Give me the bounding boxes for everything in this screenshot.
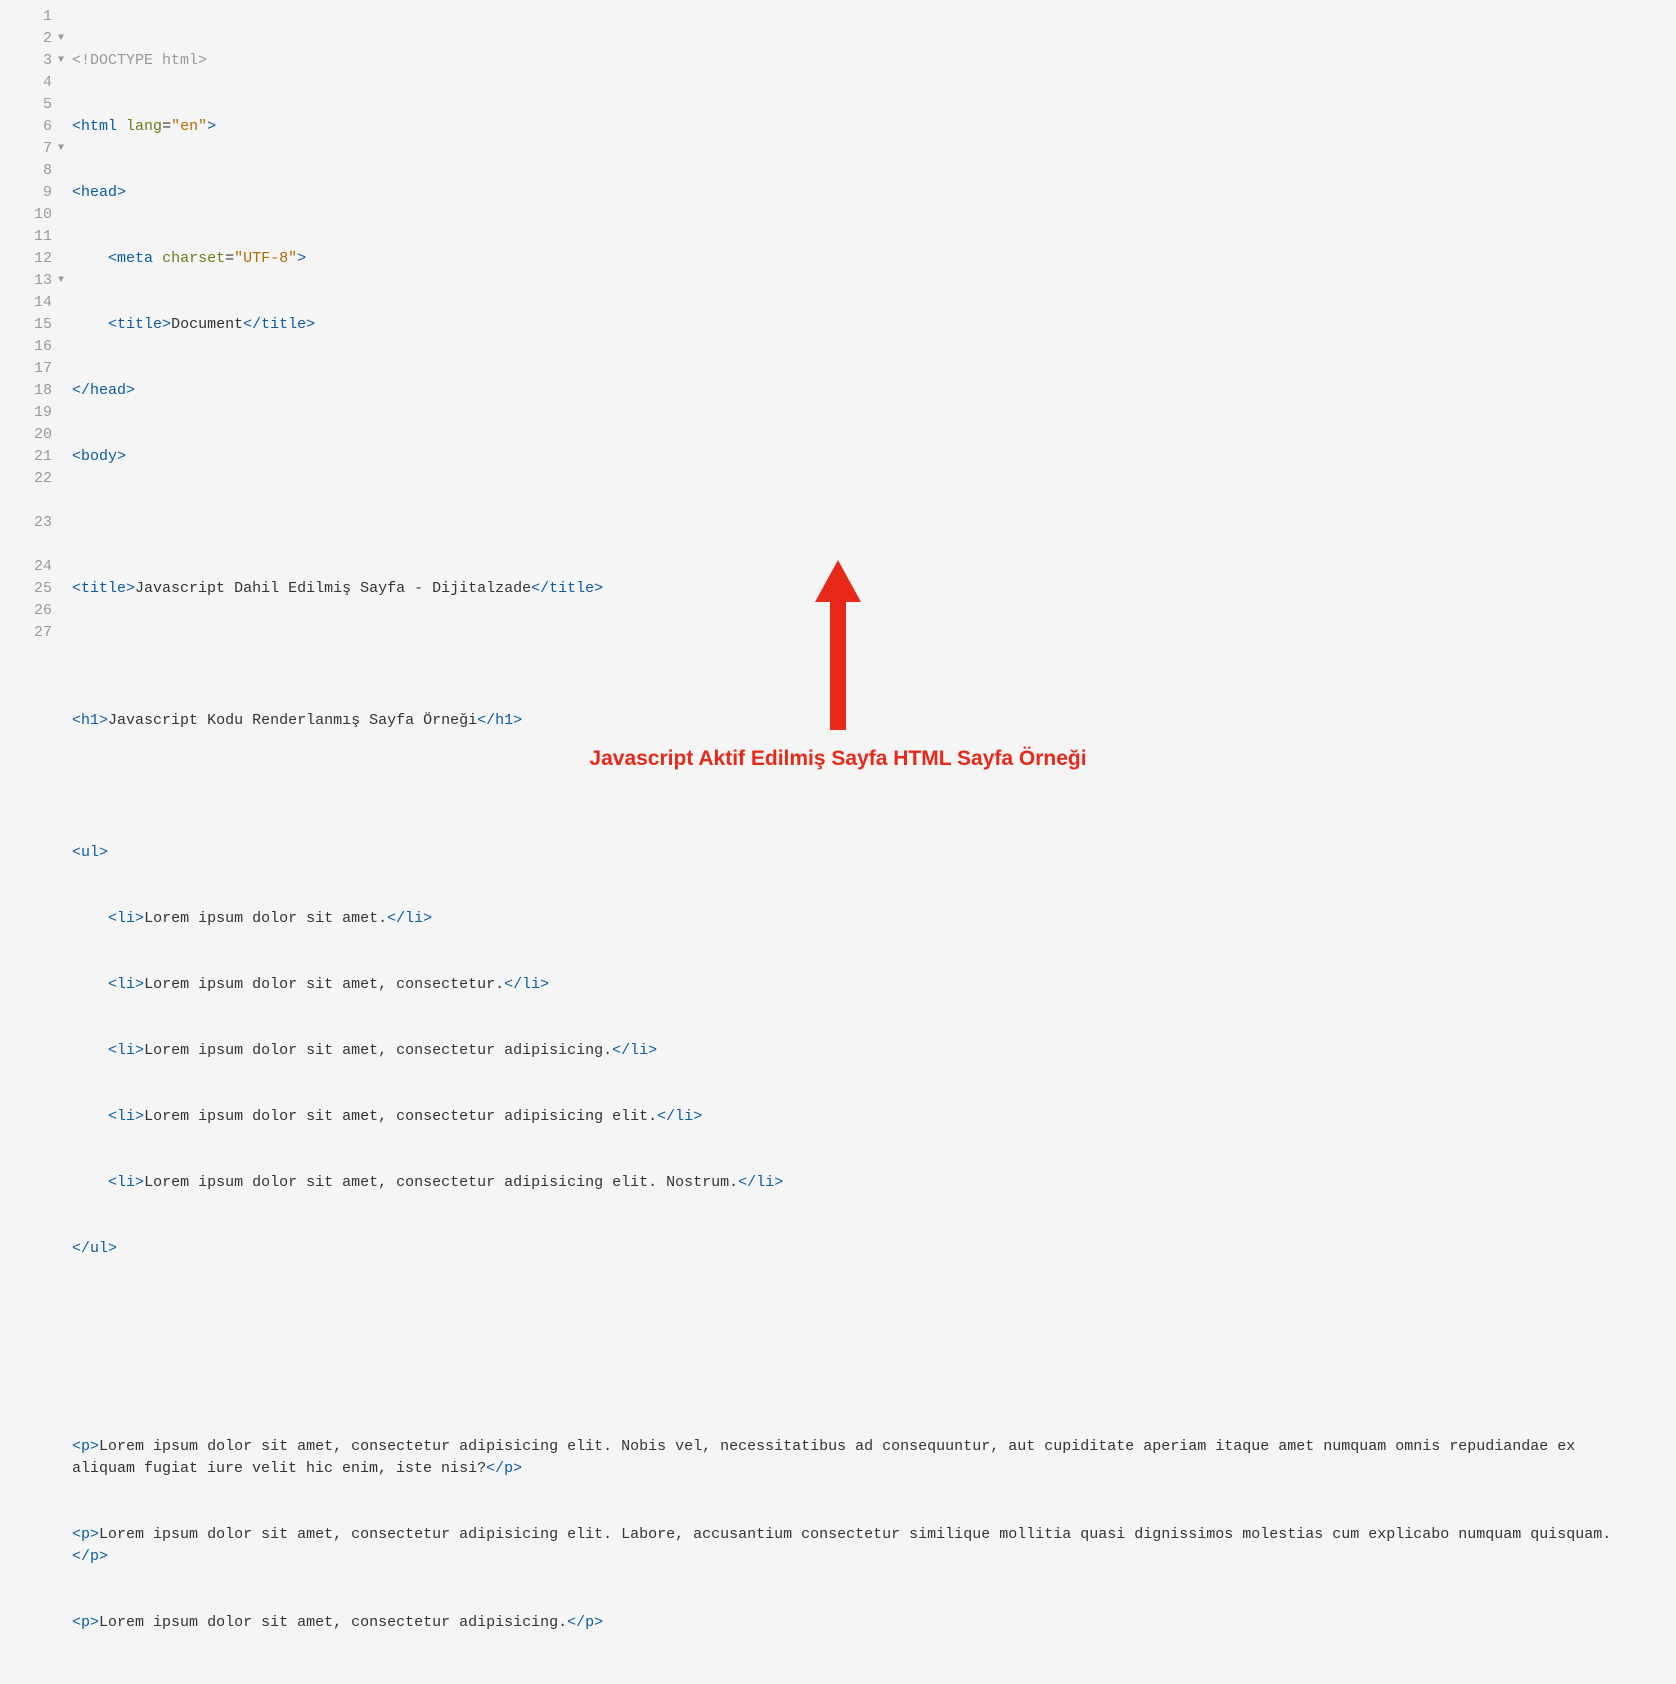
- line-number: 14: [0, 292, 52, 314]
- code-line: <head>: [58, 182, 1616, 204]
- line-number: 26: [0, 600, 52, 622]
- line-number: 7▼: [0, 138, 52, 160]
- code-line: <body>: [58, 446, 1616, 468]
- line-number: 15: [0, 314, 52, 336]
- code-line: <title>Javascript Dahil Edilmiş Sayfa - …: [58, 578, 1616, 600]
- code-line: </head>: [58, 380, 1616, 402]
- line-number-gutter: 1 2▼ 3▼ 4 5 6 7▼ 8 9 10 11 12 13▼ 14 15 …: [0, 6, 58, 1684]
- line-number: 23: [0, 512, 52, 556]
- code-line: [58, 1304, 1616, 1326]
- code-editor: 1 2▼ 3▼ 4 5 6 7▼ 8 9 10 11 12 13▼ 14 15 …: [0, 0, 1676, 1684]
- code-line: [58, 512, 1616, 534]
- code-line: [58, 776, 1616, 798]
- fold-icon[interactable]: ▼: [58, 138, 64, 160]
- code-line: <ul>: [58, 842, 1616, 864]
- code-line: <!DOCTYPE html>: [58, 50, 1616, 72]
- line-number: 4: [0, 72, 52, 94]
- line-number: 17: [0, 358, 52, 380]
- code-line: <li>Lorem ipsum dolor sit amet, consecte…: [58, 1106, 1616, 1128]
- fold-icon[interactable]: ▼: [58, 50, 64, 72]
- line-number: 3▼: [0, 50, 52, 72]
- code-line: <li>Lorem ipsum dolor sit amet, consecte…: [58, 1172, 1616, 1194]
- line-number: 5: [0, 94, 52, 116]
- line-number: 2▼: [0, 28, 52, 50]
- line-number: 27: [0, 622, 52, 644]
- line-number: 11: [0, 226, 52, 248]
- code-line: <meta charset="UTF-8">: [58, 248, 1616, 270]
- line-number: 16: [0, 336, 52, 358]
- line-number: 19: [0, 402, 52, 424]
- code-line: [58, 1370, 1616, 1392]
- code-area[interactable]: <!DOCTYPE html> <html lang="en"> <head> …: [58, 6, 1676, 1684]
- line-number: 1: [0, 6, 52, 28]
- line-number: 18: [0, 380, 52, 402]
- line-number: 13▼: [0, 270, 52, 292]
- line-number: 10: [0, 204, 52, 226]
- line-number: 24: [0, 556, 52, 578]
- code-line: <html lang="en">: [58, 116, 1616, 138]
- line-number: 21: [0, 446, 52, 468]
- code-line: </ul>: [58, 1238, 1616, 1260]
- code-line: <li>Lorem ipsum dolor sit amet, consecte…: [58, 974, 1616, 996]
- line-number: 8: [0, 160, 52, 182]
- fold-icon[interactable]: ▼: [58, 28, 64, 50]
- code-line: [58, 644, 1616, 666]
- line-number: 6: [0, 116, 52, 138]
- line-number: 12: [0, 248, 52, 270]
- line-number: 20: [0, 424, 52, 446]
- code-line: <li>Lorem ipsum dolor sit amet, consecte…: [58, 1040, 1616, 1062]
- line-number: 22: [0, 468, 52, 512]
- code-line: [58, 1678, 1616, 1684]
- code-line: <h1>Javascript Kodu Renderlanmış Sayfa Ö…: [58, 710, 1616, 732]
- line-number: 9: [0, 182, 52, 204]
- code-line: <p>Lorem ipsum dolor sit amet, consectet…: [58, 1524, 1616, 1568]
- code-line: <p>Lorem ipsum dolor sit amet, consectet…: [58, 1436, 1616, 1480]
- code-line: <title>Document</title>: [58, 314, 1616, 336]
- code-line: <p>Lorem ipsum dolor sit amet, consectet…: [58, 1612, 1616, 1634]
- line-number: 25: [0, 578, 52, 600]
- code-line: <li>Lorem ipsum dolor sit amet.</li>: [58, 908, 1616, 930]
- fold-icon[interactable]: ▼: [58, 270, 64, 292]
